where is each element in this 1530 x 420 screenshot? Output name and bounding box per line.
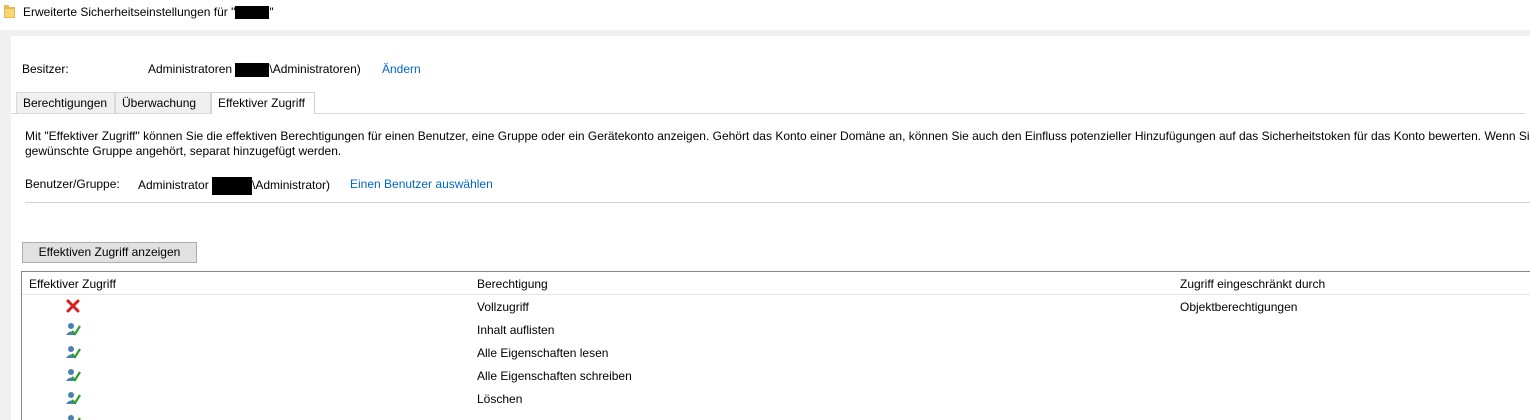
table-row[interactable]: Alle Eigenschaften schreiben [22, 365, 1530, 388]
owner-value-prefix: Administratoren ( [148, 62, 240, 76]
user-group-label: Benutzer/Gruppe: [25, 177, 120, 191]
effective-access-table: Effektiver Zugriff Berechtigung Zugriff … [21, 271, 1530, 420]
column-restricted-by[interactable]: Zugriff eingeschränkt durch [1180, 277, 1325, 291]
folder-icon [4, 5, 15, 18]
dialog-content: Besitzer: Administratoren ( \Administrato… [11, 36, 1530, 420]
change-owner-link[interactable]: Ändern [382, 62, 421, 76]
window-title-suffix: " [269, 5, 274, 19]
owner-value: Administratoren ( \Administratoren) [148, 62, 361, 77]
allowed-user-check-icon [66, 369, 81, 382]
table-row[interactable]: Alle Eigenschaften lesen [22, 342, 1530, 365]
permission-cell: Alle Eigenschaften lesen [477, 346, 609, 360]
redacted-user-domain [212, 177, 253, 195]
table-header: Effektiver Zugriff Berechtigung Zugriff … [22, 272, 1530, 295]
permission-cell: Alle Eigenschaften schreiben [477, 369, 632, 383]
view-effective-access-button[interactable]: Effektiven Zugriff anzeigen [22, 242, 197, 263]
allowed-user-check-icon [68, 415, 81, 420]
permission-cell: Vollzugriff [477, 300, 529, 314]
window-title: Erweiterte Sicherheitseinstellungen für … [23, 5, 274, 20]
user-group-value: Administrator ( \Administrator) [138, 177, 330, 195]
redacted-domain [235, 62, 270, 77]
table-row[interactable]: Vollzugriff Objektberechtigungen [22, 296, 1530, 319]
permission-cell: Inhalt auflisten [477, 323, 555, 337]
tab-auditing[interactable]: Überwachung [115, 92, 211, 113]
table-row[interactable]: Inhalt auflisten [22, 319, 1530, 342]
window-title-text: Erweiterte Sicherheitseinstellungen für … [23, 5, 236, 19]
allowed-user-check-icon [66, 323, 81, 336]
effective-access-panel: Mit "Effektiver Zugriff" können Sie die … [11, 114, 1530, 420]
user-value-suffix: \Administrator) [252, 178, 331, 193]
tab-permissions[interactable]: Berechtigungen [16, 92, 115, 113]
denied-x-icon [66, 299, 80, 313]
tab-effective-access[interactable]: Effektiver Zugriff [211, 92, 315, 114]
table-row[interactable] [22, 411, 1530, 420]
title-bar: Erweiterte Sicherheitseinstellungen für … [0, 0, 1530, 30]
description-line-1: Mit "Effektiver Zugriff" können Sie die … [25, 129, 1530, 143]
table-row[interactable]: Löschen [22, 388, 1530, 411]
column-permission[interactable]: Berechtigung [477, 277, 548, 291]
allowed-user-check-icon [66, 346, 81, 359]
redacted-name [235, 6, 270, 20]
permission-cell: Löschen [477, 392, 523, 406]
column-effective-access[interactable]: Effektiver Zugriff [29, 277, 116, 291]
separator [25, 202, 1530, 203]
restricted-by-cell: Objektberechtigungen [1180, 300, 1298, 314]
allowed-user-check-icon [66, 392, 81, 405]
owner-label: Besitzer: [22, 62, 69, 76]
select-user-link[interactable]: Einen Benutzer auswählen [350, 177, 493, 191]
description-text: Mit "Effektiver Zugriff" können Sie die … [25, 129, 1530, 159]
description-line-2: gewünschte Gruppe angehört, separat hinz… [25, 144, 342, 158]
tab-strip: Berechtigungen Überwachung Effektiver Zu… [16, 92, 1530, 114]
owner-value-suffix: \Administratoren) [269, 62, 361, 76]
user-value-prefix: Administrator ( [138, 178, 217, 193]
